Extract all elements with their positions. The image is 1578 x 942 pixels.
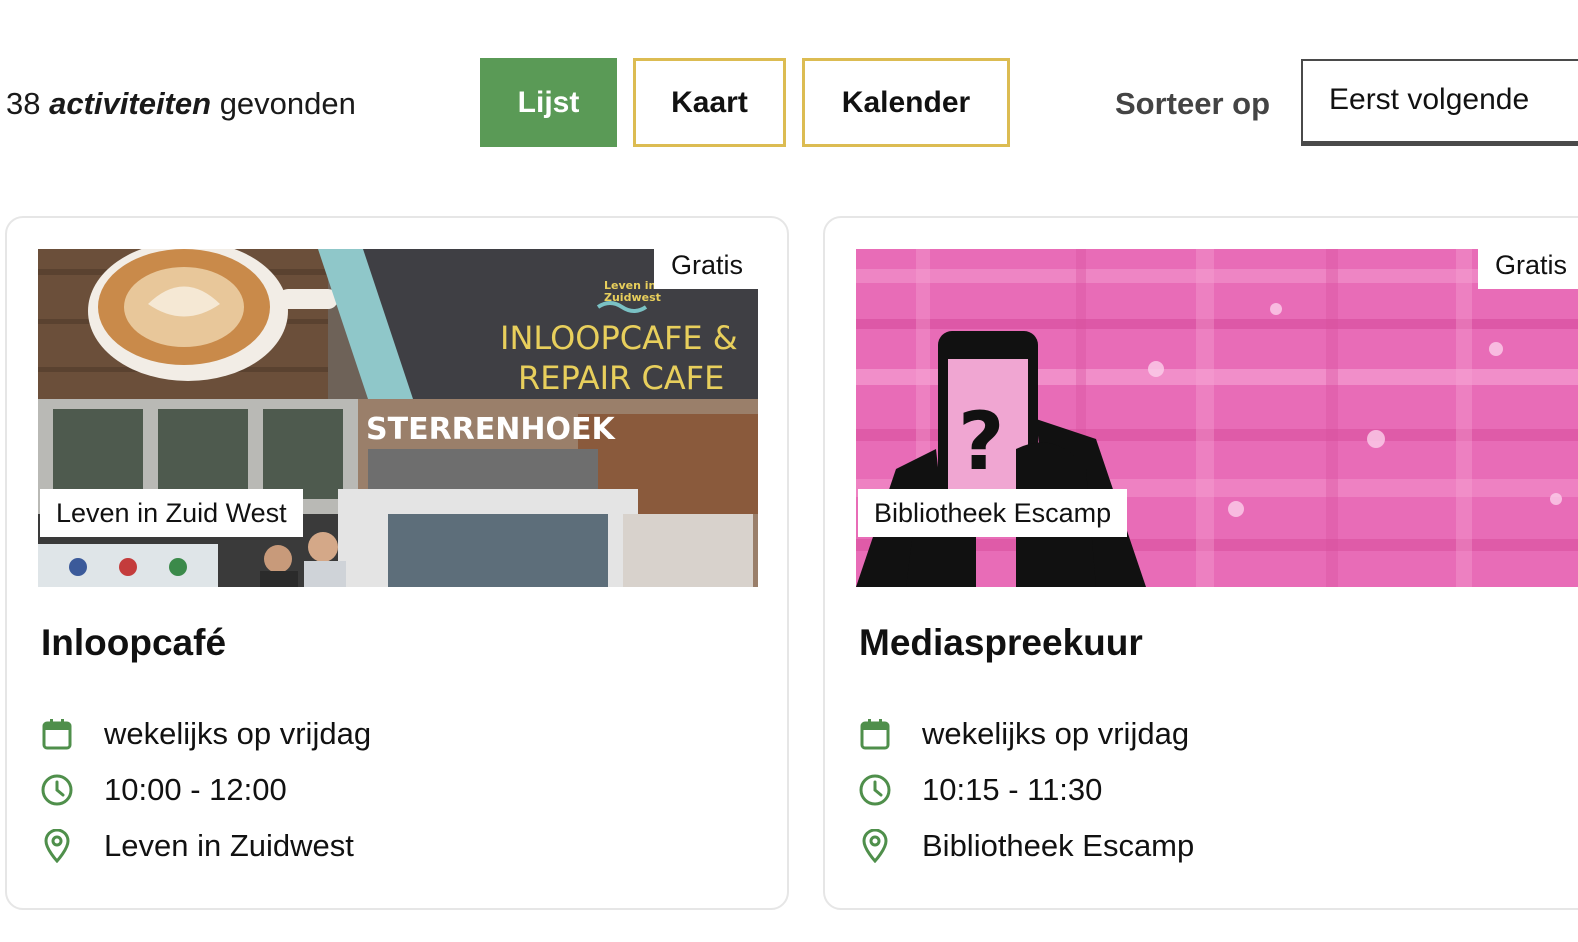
schedule-row: wekelijks op vrijdag <box>857 711 1189 757</box>
location-text: Leven in Zuidwest <box>104 828 354 863</box>
result-count-suffix: gevonden <box>219 86 356 121</box>
time-row: 10:15 - 11:30 <box>857 767 1102 813</box>
location-row: Leven in Zuidwest <box>39 823 354 869</box>
result-count: 38 activiteiten gevonden <box>6 84 356 124</box>
activity-card[interactable]: ? Gratis Bibliotheek Escamp Mediaspreeku… <box>823 216 1578 910</box>
location-row: Bibliotheek Escamp <box>857 823 1194 869</box>
clock-icon <box>39 772 75 808</box>
svg-text:REPAIR CAFE: REPAIR CAFE <box>518 359 724 397</box>
sort-label: Sorteer op <box>1115 86 1271 121</box>
price-badge: Gratis <box>653 249 758 289</box>
map-pin-icon <box>39 828 75 864</box>
time-text: 10:00 - 12:00 <box>104 772 287 807</box>
map-pin-icon <box>857 828 893 864</box>
svg-text:STERRENHOEK: STERRENHOEK <box>366 412 616 447</box>
organizer-badge: Bibliotheek Escamp <box>858 489 1128 537</box>
svg-text:INLOOPCAFE &: INLOOPCAFE & <box>500 319 738 357</box>
activity-image: Leven in Zuidwest INLOOPCAFE & REPAIR CA… <box>38 249 758 587</box>
schedule-row: wekelijks op vrijdag <box>39 711 371 757</box>
calendar-icon <box>39 716 75 752</box>
result-count-number: 38 <box>6 86 41 121</box>
list-view-button[interactable]: Lijst <box>480 58 617 147</box>
schedule-text: wekelijks op vrijdag <box>922 716 1190 751</box>
result-count-noun: activiteiten <box>49 86 212 121</box>
activity-image: ? Gratis Bibliotheek Escamp <box>856 249 1578 587</box>
sort-select[interactable]: Eerst volgende <box>1301 59 1578 146</box>
schedule-text: wekelijks op vrijdag <box>104 716 372 751</box>
results-toolbar: 38 activiteiten gevonden Lijst Kaart Kal… <box>0 0 1578 180</box>
map-view-button[interactable]: Kaart <box>633 58 786 147</box>
calendar-icon <box>857 716 893 752</box>
activity-card[interactable]: Leven in Zuidwest INLOOPCAFE & REPAIR CA… <box>5 216 789 910</box>
organizer-badge: Leven in Zuid West <box>40 489 303 537</box>
svg-text:?: ? <box>958 395 1004 488</box>
clock-icon <box>857 772 893 808</box>
activity-title[interactable]: Mediaspreekuur <box>859 622 1143 664</box>
activity-title[interactable]: Inloopcafé <box>41 622 226 664</box>
price-badge: Gratis <box>1478 249 1578 289</box>
time-row: 10:00 - 12:00 <box>39 767 287 813</box>
calendar-view-button[interactable]: Kalender <box>802 58 1010 147</box>
location-text: Bibliotheek Escamp <box>922 828 1195 863</box>
time-text: 10:15 - 11:30 <box>922 772 1103 807</box>
